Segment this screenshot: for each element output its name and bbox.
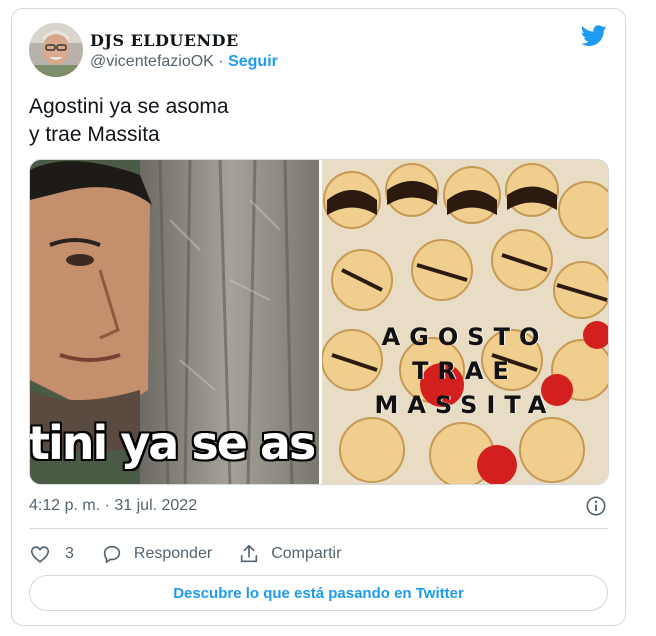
meme-caption-line: MASSITA [374,391,556,419]
follow-button[interactable]: Seguir [228,53,278,70]
display-name[interactable]: DJS ELDUENDE [90,31,239,50]
media-photo-left[interactable]: tini ya se as [30,160,319,484]
share-icon [241,544,258,563]
meme-caption-line: AGOSTO [381,323,549,351]
handle-separator: · [213,53,229,70]
tweet-media[interactable]: tini ya se as AGOSTO TRAE MASSITA [29,159,609,485]
tweet-timestamp[interactable]: 4:12 p. m. · 31 jul. 2022 [29,497,197,515]
handle-row: @vicentefazioOK · Seguir [90,53,278,71]
like-button[interactable]: 3 [29,543,74,565]
share-label: Compartir [271,545,342,562]
discover-twitter-button[interactable]: Descubre lo que está pasando en Twitter [29,575,608,611]
reply-label: Responder [133,545,213,562]
reply-button[interactable]: Responder [101,543,212,565]
heart-icon [30,546,50,563]
like-count: 3 [65,545,74,562]
twitter-bird-icon[interactable] [581,25,607,47]
tweet-text: Agostini ya se asoma y trae Massita [29,95,229,146]
divider [29,528,608,529]
share-button[interactable]: Compartir [238,543,341,565]
tweet-card: DJS ELDUENDE @vicentefazioOK · Seguir Ag… [11,8,626,626]
tweet-actions: 3 Responder Compartir [29,539,341,569]
meme-caption-line: TRAE [412,357,518,385]
meme-caption-left: tini ya se as [30,416,316,470]
avatar-image [29,23,83,77]
user-handle[interactable]: @vicentefazioOK [90,53,214,70]
reply-icon [103,545,121,564]
media-photo-right[interactable]: AGOSTO TRAE MASSITA [322,160,608,484]
meme-caption-right: AGOSTO TRAE MASSITA [322,320,608,422]
avatar[interactable] [29,23,83,77]
info-icon[interactable] [585,495,607,517]
